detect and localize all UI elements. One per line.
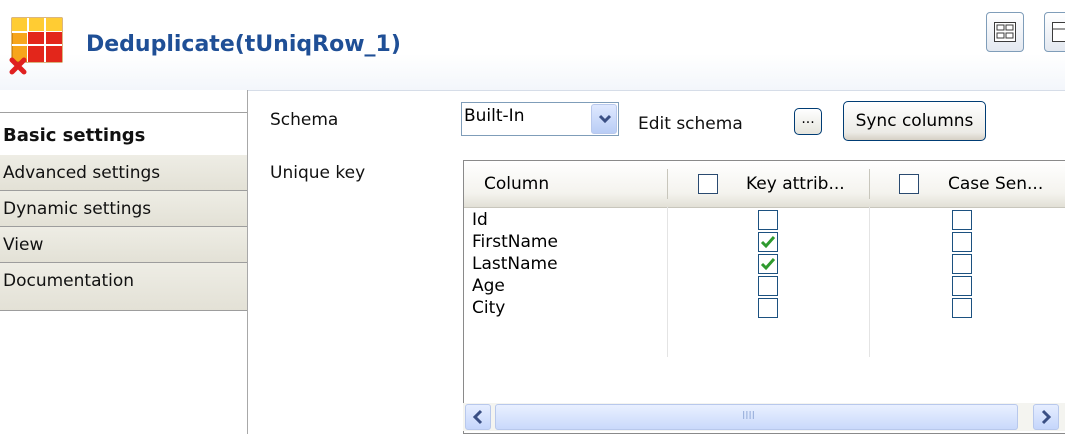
key-attribute-checkbox[interactable] — [758, 276, 778, 296]
column-name-cell: LastName — [472, 254, 558, 274]
table-header: Column Key attrib... Case Sen... — [464, 161, 1065, 208]
case-sensitive-checkbox[interactable] — [952, 254, 972, 274]
chevron-right-icon — [1041, 409, 1052, 425]
column-name-cell: Id — [472, 210, 488, 230]
column-header: Column — [484, 174, 550, 194]
case-sensitive-checkbox[interactable] — [952, 276, 972, 296]
tab-panel-divider — [247, 90, 248, 434]
component-title: Deduplicate(tUniqRow_1) — [86, 32, 401, 57]
case-select-all-checkbox[interactable] — [899, 174, 919, 194]
table-row[interactable]: FirstName — [464, 231, 1065, 254]
scrollbar-grip: IIII — [742, 409, 755, 422]
sync-columns-button[interactable]: Sync columns — [843, 101, 986, 141]
column-name-cell: City — [472, 298, 506, 318]
tab-documentation[interactable]: Documentation — [0, 263, 247, 311]
table-row[interactable]: Id — [464, 209, 1065, 232]
table-view-button[interactable] — [1044, 12, 1065, 52]
schema-select-value: Built-In — [464, 106, 525, 126]
table-layout-icon — [1052, 22, 1065, 42]
component-header: Deduplicate(tUniqRow_1) — [0, 0, 1065, 90]
case-sensitive-checkbox[interactable] — [952, 210, 972, 230]
chevron-left-icon — [472, 409, 483, 425]
header-divider — [667, 169, 668, 199]
table-row[interactable]: Age — [464, 275, 1065, 298]
grid-layout-icon — [994, 22, 1016, 42]
key-attribute-checkbox[interactable] — [758, 254, 778, 274]
table-row[interactable]: LastName — [464, 253, 1065, 276]
key-attribute-checkbox[interactable] — [758, 232, 778, 252]
case-sensitive-header[interactable]: Case Sen... — [948, 174, 1043, 194]
case-sensitive-checkbox[interactable] — [952, 298, 972, 318]
key-attribute-checkbox[interactable] — [758, 210, 778, 230]
tab-dynamic-settings[interactable]: Dynamic settings — [0, 191, 247, 227]
scroll-right-button[interactable] — [1033, 404, 1059, 430]
checkmark-icon — [760, 236, 776, 249]
case-sensitive-checkbox[interactable] — [952, 232, 972, 252]
key-attribute-header[interactable]: Key attrib... — [746, 174, 845, 194]
edit-schema-label: Edit schema — [638, 114, 743, 134]
scrollbar-thumb[interactable]: IIII — [495, 404, 1018, 430]
unique-key-table: Column Key attrib... Case Sen... Id First… — [463, 160, 1065, 434]
key-select-all-checkbox[interactable] — [698, 174, 718, 194]
scroll-left-button[interactable] — [465, 404, 491, 430]
column-name-cell: Age — [472, 276, 505, 296]
schema-label: Schema — [270, 110, 339, 130]
horizontal-scrollbar[interactable]: IIII — [463, 403, 1065, 431]
tab-advanced-settings[interactable]: Advanced settings — [0, 155, 247, 191]
tab-basic-settings[interactable]: Basic settings — [0, 113, 247, 149]
dropdown-arrow-button[interactable] — [591, 104, 617, 134]
unique-key-label: Unique key — [270, 163, 366, 183]
compact-view-button[interactable] — [986, 12, 1024, 52]
schema-select[interactable]: Built-In — [461, 102, 619, 136]
key-attribute-checkbox[interactable] — [758, 298, 778, 318]
column-name-cell: FirstName — [472, 232, 558, 252]
checkmark-icon — [760, 258, 776, 271]
tab-view[interactable]: View — [0, 227, 247, 263]
header-divider — [869, 169, 870, 199]
chevron-down-icon — [598, 114, 612, 124]
table-row[interactable]: City — [464, 297, 1065, 320]
tuniqrow-component-icon — [9, 17, 63, 75]
edit-schema-button[interactable]: ... — [794, 108, 822, 135]
